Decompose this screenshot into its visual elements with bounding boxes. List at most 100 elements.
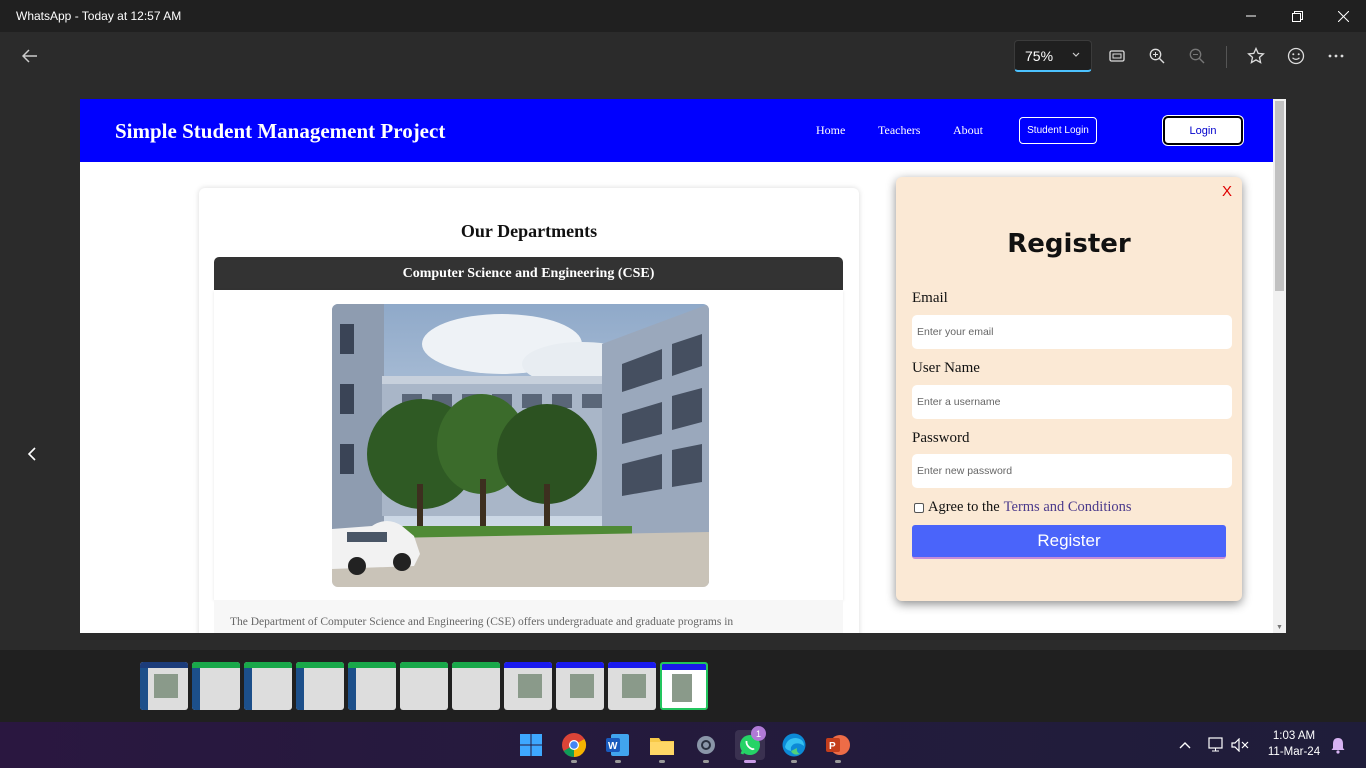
filmstrip-thumbnail[interactable]	[244, 662, 292, 710]
close-modal-button[interactable]: X	[1222, 183, 1232, 200]
previous-image-button[interactable]	[18, 440, 46, 468]
window-title: WhatsApp - Today at 12:57 AM	[16, 9, 182, 23]
running-indicator	[659, 760, 665, 763]
running-indicator	[703, 760, 709, 763]
network-button[interactable]	[1207, 735, 1227, 755]
login-button[interactable]: Login	[1163, 116, 1243, 145]
filmstrip-thumbnail[interactable]	[452, 662, 500, 710]
zoom-out-button[interactable]	[1181, 40, 1213, 72]
minimize-button[interactable]	[1228, 0, 1274, 32]
terms-link[interactable]: Terms and Conditions	[1004, 499, 1132, 516]
edge-icon	[782, 733, 806, 757]
filmstrip-thumbnail[interactable]	[140, 662, 188, 710]
word-app[interactable]: W	[603, 730, 633, 760]
whatsapp-app[interactable]: 1	[735, 726, 766, 760]
favorite-button[interactable]	[1240, 40, 1272, 72]
file-explorer-app[interactable]	[647, 730, 677, 760]
department-description: The Department of Computer Science and E…	[230, 616, 734, 628]
running-indicator	[835, 760, 841, 763]
word-icon: W	[606, 734, 629, 756]
close-window-button[interactable]	[1320, 0, 1366, 32]
chevron-left-icon	[27, 447, 36, 461]
departments-card: Our Departments Computer Science and Eng…	[199, 188, 859, 633]
zoom-dropdown[interactable]: 75%	[1014, 40, 1092, 72]
department-description-area: The Department of Computer Science and E…	[214, 600, 843, 633]
running-indicator	[571, 760, 577, 763]
department-building-photo	[332, 304, 709, 587]
nav-teachers[interactable]: Teachers	[878, 123, 920, 138]
agree-checkbox[interactable]	[914, 502, 924, 513]
scroll-down-arrow-icon[interactable]: ▼	[1273, 623, 1286, 633]
zoom-value: 75%	[1025, 47, 1054, 64]
filmstrip	[0, 650, 1366, 722]
username-field[interactable]: Enter a username	[912, 385, 1232, 419]
email-field[interactable]: Enter your email	[912, 315, 1232, 349]
filmstrip-thumbnail[interactable]	[504, 662, 552, 710]
toolbar-divider	[1226, 46, 1227, 68]
notification-badge: 1	[751, 726, 766, 741]
powerpoint-icon: P	[826, 735, 850, 755]
register-modal: X Register Email Enter your email User N…	[896, 177, 1242, 601]
speaker-muted-icon	[1231, 738, 1249, 752]
volume-button[interactable]	[1230, 735, 1250, 755]
restore-icon	[1291, 10, 1303, 22]
filmstrip-thumbnail[interactable]	[348, 662, 396, 710]
gear-icon	[697, 736, 715, 754]
start-button[interactable]	[516, 730, 546, 760]
username-label: User Name	[912, 360, 980, 376]
agree-text: Agree to the	[928, 499, 1000, 515]
windows-taskbar: W 1 P 1:03 AM 11-Mar-24	[0, 722, 1366, 768]
department-title-bar: Computer Science and Engineering (CSE)	[214, 257, 843, 290]
bell-icon	[1331, 738, 1345, 754]
show-hidden-icons-button[interactable]	[1175, 735, 1195, 755]
site-title: Simple Student Management Project	[115, 119, 446, 143]
zoom-in-icon	[1149, 48, 1165, 64]
clock-date: 11-Mar-24	[1267, 746, 1321, 758]
chevron-down-icon	[1072, 52, 1080, 57]
back-button[interactable]	[14, 40, 46, 72]
more-options-button[interactable]	[1320, 40, 1352, 72]
network-icon	[1208, 737, 1223, 752]
password-label: Password	[912, 430, 970, 446]
chrome-app[interactable]	[559, 730, 589, 760]
departments-heading: Our Departments	[460, 221, 598, 241]
fit-to-window-button[interactable]	[1101, 40, 1133, 72]
nav-home[interactable]: Home	[816, 123, 845, 138]
clock-time: 1:03 AM	[1272, 730, 1316, 742]
filmstrip-thumbnail[interactable]	[192, 662, 240, 710]
terms-agreement: Agree to the Terms and Conditions	[914, 499, 1132, 516]
displayed-image: Simple Student Management Project Home T…	[80, 99, 1286, 633]
filmstrip-thumbnail[interactable]	[608, 662, 656, 710]
smiley-icon	[1287, 47, 1305, 65]
filmstrip-thumbnail[interactable]	[296, 662, 344, 710]
minimize-icon	[1246, 15, 1256, 17]
email-label: Email	[912, 290, 948, 306]
active-indicator	[744, 760, 756, 763]
settings-app[interactable]	[691, 730, 721, 760]
filmstrip-thumbnail-active[interactable]	[660, 662, 708, 710]
filmstrip-thumbnail[interactable]	[556, 662, 604, 710]
photo-viewer-toolbar: 75%	[0, 32, 1366, 82]
register-submit-button[interactable]: Register	[912, 525, 1226, 559]
close-icon	[1337, 10, 1349, 22]
password-field[interactable]: Enter new password	[912, 454, 1232, 488]
site-header: Simple Student Management Project Home T…	[80, 99, 1273, 162]
edge-app[interactable]	[779, 730, 809, 760]
star-icon	[1247, 47, 1265, 64]
notifications-button[interactable]	[1328, 735, 1348, 755]
nav-about[interactable]: About	[953, 123, 983, 138]
chevron-up-icon	[1179, 742, 1191, 749]
register-title: Register	[1007, 229, 1131, 259]
taskbar-clock[interactable]: 1:03 AM 11-Mar-24	[1262, 728, 1326, 760]
svg-text:P: P	[829, 741, 836, 752]
folder-icon	[650, 738, 674, 755]
fit-window-icon	[1109, 50, 1125, 62]
zoom-in-button[interactable]	[1141, 40, 1173, 72]
scroll-thumb[interactable]	[1275, 101, 1284, 291]
page-scrollbar[interactable]: ▲ ▼	[1273, 99, 1286, 633]
student-login-button[interactable]: Student Login	[1019, 117, 1097, 144]
filmstrip-thumbnail[interactable]	[400, 662, 448, 710]
powerpoint-app[interactable]: P	[823, 730, 853, 760]
restore-button[interactable]	[1274, 0, 1320, 32]
feedback-button[interactable]	[1280, 40, 1312, 72]
